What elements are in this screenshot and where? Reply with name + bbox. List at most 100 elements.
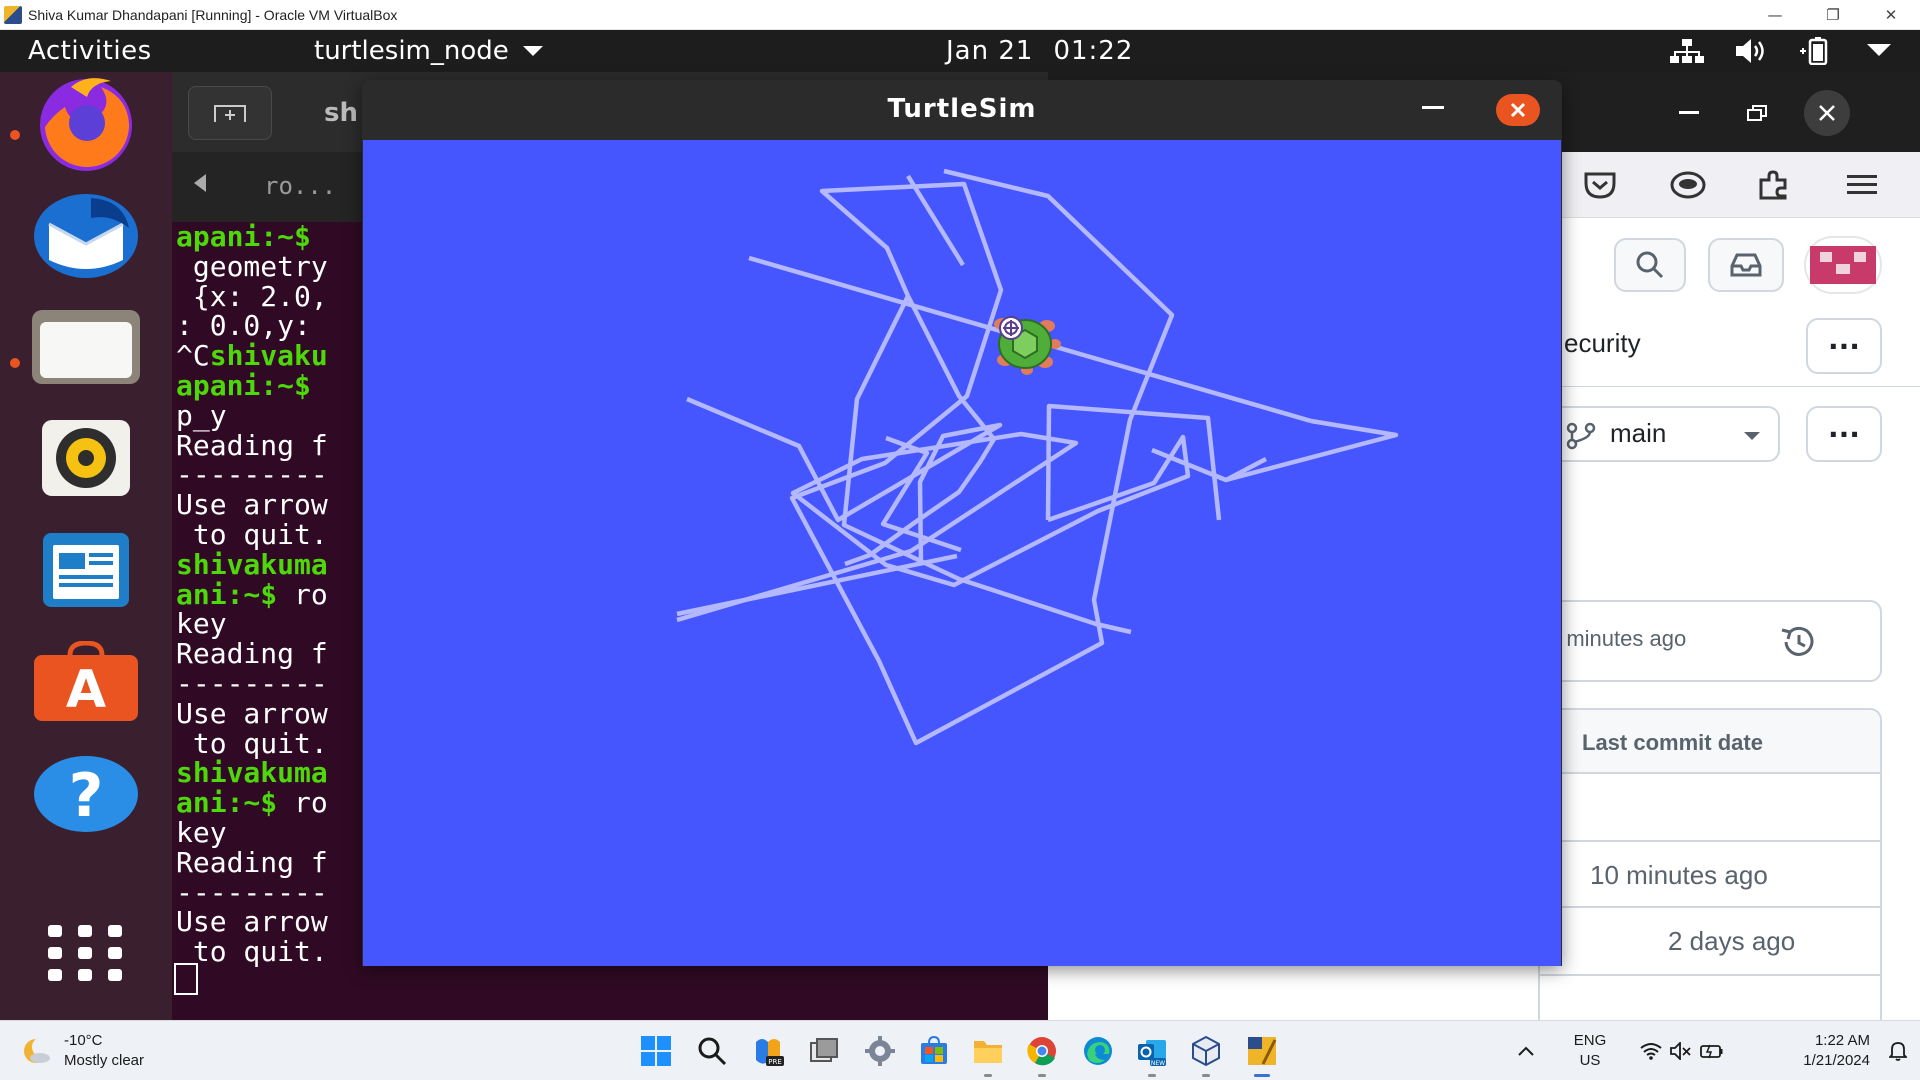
terminal-text: shivakuma	[176, 547, 328, 581]
turtlesim-titlebar[interactable]: TurtleSim	[362, 80, 1562, 140]
network-icon[interactable]	[1670, 36, 1704, 66]
store-icon[interactable]	[914, 1031, 954, 1071]
wifi-icon	[1640, 1043, 1662, 1060]
firefox-icon[interactable]	[30, 72, 142, 172]
terminal-tab-label[interactable]: ro...	[264, 172, 336, 200]
copilot-icon[interactable]: PRE	[748, 1031, 788, 1071]
files-icon[interactable]	[30, 296, 142, 396]
row-divider	[1540, 974, 1880, 976]
mute-icon	[1670, 1042, 1691, 1060]
avatar[interactable]	[1804, 236, 1882, 294]
windows-logo-icon	[641, 1036, 671, 1066]
notification-bell-icon[interactable]	[1876, 1041, 1920, 1061]
show-apps-icon[interactable]	[30, 898, 142, 1008]
settings-icon[interactable]	[860, 1031, 900, 1071]
taskbar-time: 1:22 AM	[1814, 1032, 1870, 1049]
branch-more-button[interactable]: ···	[1806, 406, 1882, 462]
ubuntu-top-bar: Activities turtlesim_node Jan 21 01:22	[0, 30, 1920, 72]
kebab-icon: ···	[1828, 417, 1860, 451]
running-indicator	[1202, 1074, 1210, 1077]
writer-icon[interactable]	[30, 520, 142, 620]
terminal-text: ---------	[176, 875, 328, 909]
battery-icon[interactable]	[1798, 36, 1832, 66]
activities-button[interactable]: Activities	[28, 36, 152, 66]
app-center-icon[interactable]: A	[30, 632, 142, 732]
language-indicator[interactable]: ENG US	[1554, 1031, 1626, 1071]
terminal-text: geometry	[176, 249, 328, 283]
terminal-text: to quit.	[176, 726, 328, 760]
outlook-icon[interactable]: NEW	[1132, 1031, 1172, 1077]
chevron-down-icon	[1744, 432, 1760, 440]
column-header-last-commit-date: Last commit date	[1582, 730, 1763, 755]
chevron-down-icon	[522, 46, 543, 56]
virtualbox-window-title: Shiva Kumar Dhandapani [Running] - Oracl…	[28, 6, 398, 23]
search-button[interactable]	[1614, 238, 1686, 292]
browser-minimize-button[interactable]	[1666, 90, 1712, 136]
pocket-icon[interactable]	[1580, 166, 1620, 204]
turtlesim-title: TurtleSim	[887, 94, 1037, 124]
svg-text:NEW: NEW	[1151, 1060, 1165, 1066]
rhythmbox-icon[interactable]	[30, 408, 142, 508]
host-restore-button[interactable]: ❐	[1804, 0, 1862, 30]
turtlesim-minimize-button[interactable]	[1422, 106, 1444, 109]
table-row-date: 2 days ago	[1668, 926, 1796, 956]
chevron-up-icon[interactable]	[1506, 1046, 1546, 1056]
terminal-text: ani:~$	[176, 786, 295, 820]
turtlesim-close-button[interactable]	[1496, 94, 1540, 126]
running-indicator	[10, 130, 20, 140]
volume-icon[interactable]	[1734, 36, 1768, 66]
account-icon[interactable]	[1668, 166, 1708, 204]
terminal-text: apani:~$	[176, 368, 328, 402]
terminal-cursor	[174, 963, 198, 995]
weather-widget[interactable]: -10°C Mostly clear	[22, 1031, 144, 1071]
virtualbox-titlebar: Shiva Kumar Dhandapani [Running] - Oracl…	[0, 0, 1920, 30]
chrome-icon[interactable]	[1022, 1031, 1062, 1077]
inbox-button[interactable]	[1708, 238, 1784, 292]
thunderbird-icon[interactable]	[30, 184, 142, 284]
windows-system-tray: ENG US 1:22 AM 1/21/2024	[1506, 1021, 1920, 1080]
new-tab-button[interactable]	[188, 86, 272, 140]
weather-description: Mostly clear	[64, 1052, 145, 1069]
branch-name: main	[1610, 418, 1667, 448]
terminal-text: Use arrow	[176, 696, 328, 730]
quick-settings[interactable]	[1640, 1042, 1724, 1060]
search-icon	[698, 1037, 727, 1066]
weather-temperature: -10°C	[64, 1032, 103, 1049]
host-minimize-button[interactable]: —	[1746, 0, 1804, 30]
chevron-down-icon[interactable]	[1862, 36, 1896, 66]
language-code: ENG	[1573, 1032, 1607, 1049]
latest-commit-card: 0 minutes ago	[1538, 600, 1882, 682]
virtualbox-taskbar-icon[interactable]	[1186, 1031, 1226, 1077]
divider	[1558, 386, 1920, 387]
branch-select[interactable]: main	[1548, 406, 1780, 462]
clock-time: 01:22	[1053, 36, 1134, 66]
system-tray[interactable]	[1670, 36, 1896, 66]
app-menu[interactable]: turtlesim_node	[314, 36, 543, 66]
history-icon[interactable]	[1778, 624, 1818, 660]
menu-icon[interactable]	[1842, 166, 1882, 204]
terminal-text: key	[176, 607, 227, 641]
host-close-button[interactable]: ✕	[1862, 0, 1920, 30]
edge-icon[interactable]	[1078, 1031, 1118, 1071]
terminal-text: to quit.	[176, 935, 328, 969]
svg-text:PRE: PRE	[768, 1058, 782, 1066]
vm-window-icon[interactable]	[1242, 1031, 1282, 1077]
svg-text:A: A	[66, 660, 106, 720]
file-explorer-icon[interactable]	[968, 1031, 1008, 1077]
search-button[interactable]	[692, 1031, 732, 1071]
windows-taskbar: -10°C Mostly clear PRE NEW ENG US 1:22 A…	[0, 1020, 1920, 1080]
search-icon	[1636, 251, 1664, 279]
task-view-icon[interactable]	[804, 1031, 844, 1071]
clock-button[interactable]: Jan 21 01:22	[946, 36, 1153, 66]
browser-restore-button[interactable]	[1734, 90, 1780, 136]
more-options-button[interactable]: ···	[1806, 318, 1882, 374]
chevron-left-icon[interactable]	[194, 174, 206, 192]
security-tab[interactable]: ecurity	[1564, 328, 1641, 359]
terminal-tab-title[interactable]: sh	[324, 98, 358, 128]
extensions-icon[interactable]	[1754, 166, 1794, 204]
help-icon[interactable]: ?	[30, 744, 142, 844]
start-button[interactable]	[636, 1031, 676, 1071]
taskbar-clock[interactable]: 1:22 AM 1/21/2024	[1750, 1031, 1870, 1071]
terminal-text: ro	[294, 577, 328, 611]
browser-close-button[interactable]	[1804, 90, 1850, 136]
